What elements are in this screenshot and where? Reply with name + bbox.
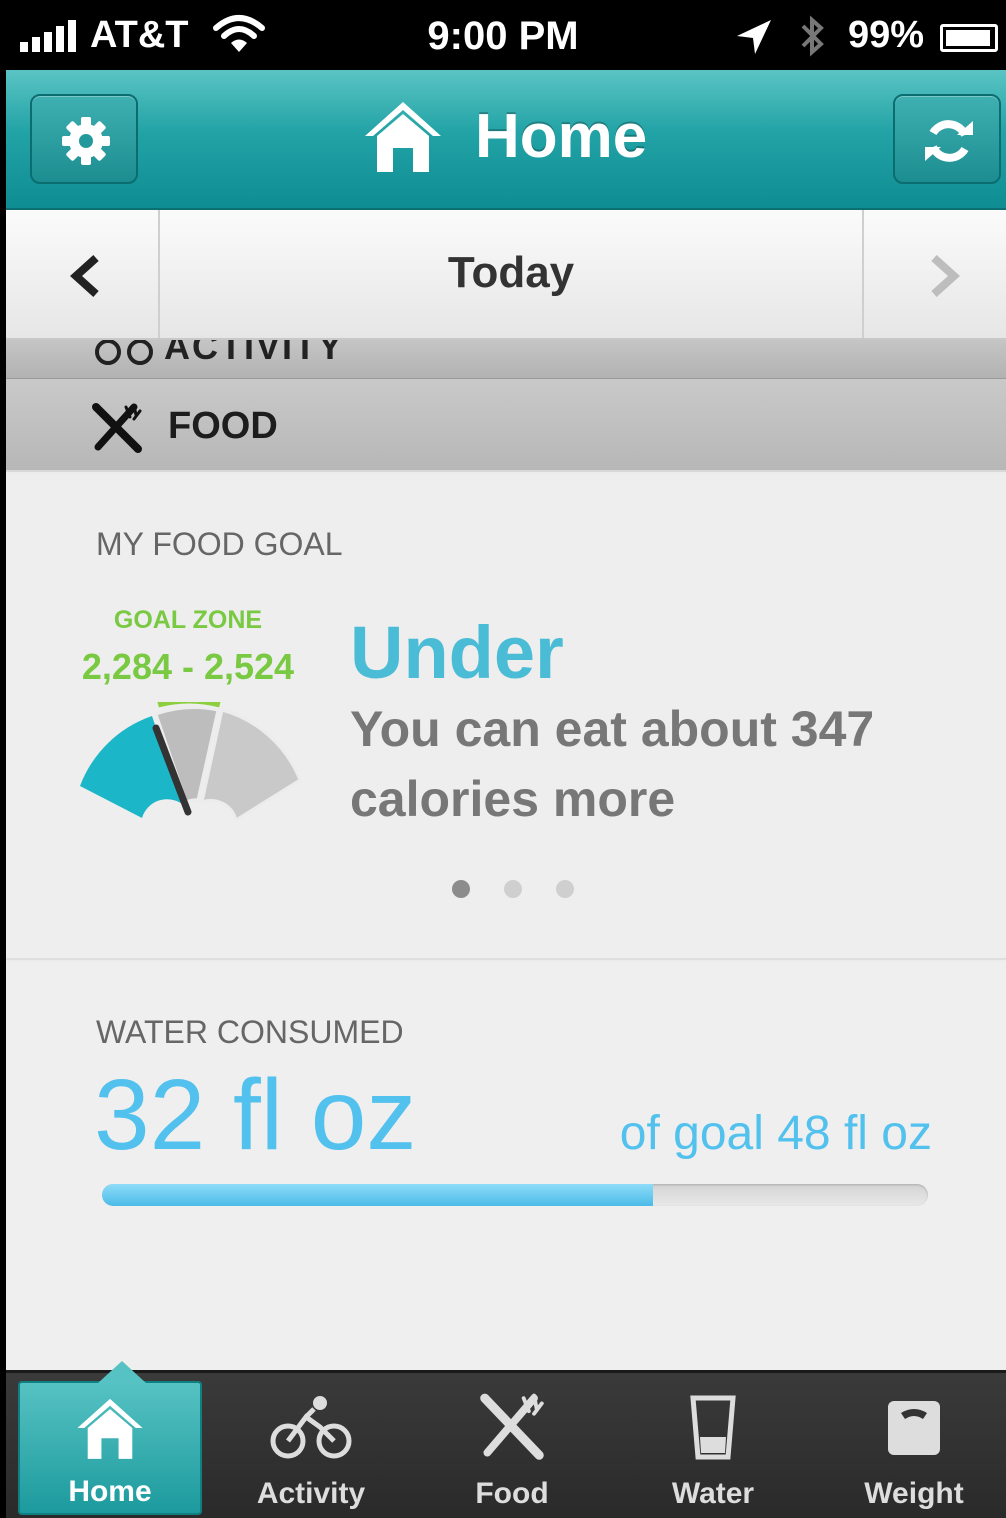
bike-icon: [95, 340, 153, 365]
tab-label: Food: [475, 1477, 549, 1510]
food-goal-card[interactable]: MY FOOD GOAL GOAL ZONE 2,284 - 2,524 Und…: [6, 474, 1006, 960]
home-icon: [77, 1398, 143, 1459]
tab-label: Weight: [864, 1477, 964, 1510]
location-arrow-icon: [735, 18, 773, 61]
tab-water[interactable]: Water: [621, 1381, 805, 1515]
battery-percent: 99%: [848, 14, 925, 56]
water-progress-fill: [102, 1184, 653, 1206]
tab-label: Activity: [256, 1477, 366, 1510]
page-dot[interactable]: [504, 880, 522, 898]
settings-button[interactable]: [30, 94, 138, 184]
tab-weight[interactable]: Weight: [822, 1381, 1006, 1515]
page-title-text: Home: [475, 101, 648, 171]
tab-activity[interactable]: Activity: [219, 1381, 403, 1515]
activity-section-label: ACTIVITY: [164, 340, 345, 367]
tab-home[interactable]: Home: [18, 1361, 202, 1515]
food-status-word: Under: [350, 611, 564, 694]
food-goal-title: MY FOOD GOAL: [96, 526, 343, 562]
food-section-header[interactable]: FOOD: [6, 378, 1006, 472]
bluetooth-icon: [797, 14, 827, 63]
fork-knife-icon: [480, 1393, 544, 1460]
goal-zone-label: GOAL ZONE: [113, 606, 263, 634]
dashboard-content[interactable]: ACTIVITY FOOD MY FOOD GOAL GOAL ZONE 2,2…: [6, 340, 1006, 1370]
next-day-button[interactable]: [862, 210, 1006, 338]
battery-icon: [940, 24, 998, 52]
food-goal-gauge: [80, 702, 302, 823]
scale-icon: [888, 1401, 940, 1455]
food-section-label: FOOD: [168, 405, 278, 447]
page-title: Home: [361, 98, 647, 174]
nav-bar: Home: [6, 70, 1006, 210]
water-title: WATER CONSUMED: [96, 1014, 404, 1050]
fork-knife-icon: [92, 403, 142, 453]
date-navigator: Today: [6, 210, 1006, 340]
water-goal: of goal 48 fl oz: [619, 1107, 932, 1160]
previous-day-button[interactable]: [6, 210, 160, 338]
activity-section-header[interactable]: ACTIVITY: [6, 340, 1006, 378]
water-glass-icon: [690, 1395, 736, 1460]
sync-button[interactable]: [893, 94, 1001, 184]
tab-label: Home: [68, 1475, 152, 1508]
tab-bar: Home Activity Food Water Weight: [6, 1361, 1006, 1518]
tab-label: Water: [671, 1477, 755, 1510]
food-status-message: You can eat about 347 calories more: [350, 701, 875, 827]
page-indicator[interactable]: [452, 880, 574, 898]
bike-icon: [270, 1396, 352, 1459]
active-tab-pointer: [98, 1361, 146, 1383]
current-date-label: Today: [447, 248, 575, 297]
chevron-left-icon: [70, 255, 99, 297]
water-card[interactable]: WATER CONSUMED 32 fl oz of goal 48 fl oz: [6, 962, 1006, 1370]
page-dot[interactable]: [556, 880, 574, 898]
water-progress-bar: [102, 1184, 928, 1206]
gear-icon: [62, 117, 110, 165]
home-icon: [365, 102, 441, 172]
goal-zone-range: 2,284 - 2,524: [81, 646, 295, 687]
water-amount: 32 fl oz: [94, 1059, 417, 1171]
page-dot[interactable]: [452, 880, 470, 898]
sync-icon: [925, 120, 973, 162]
tab-food[interactable]: Food: [420, 1381, 604, 1515]
status-bar: AT&T 9:00 PM 99%: [0, 0, 1006, 70]
chevron-right-icon: [931, 255, 960, 297]
